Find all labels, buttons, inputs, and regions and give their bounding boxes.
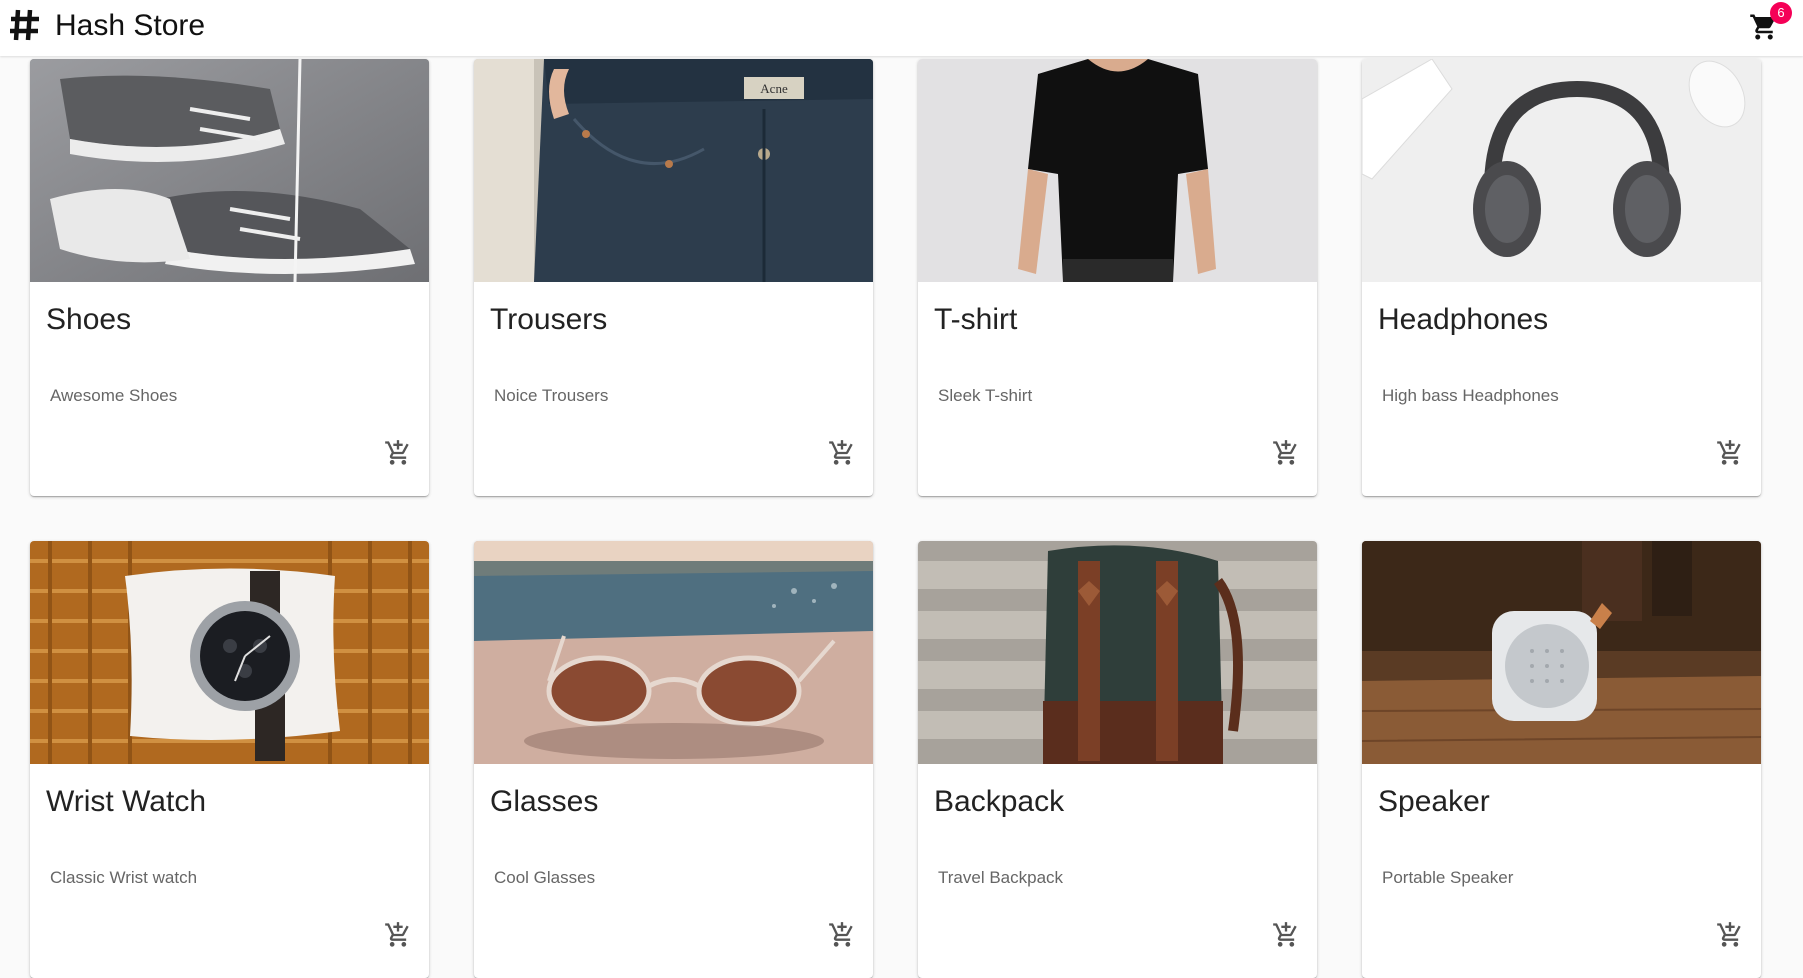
cart-count-badge: 6 (1770, 2, 1792, 24)
product-image-tshirt (918, 59, 1317, 282)
add-to-cart-button[interactable] (1709, 914, 1749, 954)
add-shopping-cart-icon (829, 922, 853, 947)
product-card-shoes[interactable]: Shoes Awesome Shoes (30, 59, 429, 496)
product-card-wrist-watch[interactable]: Wrist Watch Classic Wrist watch (30, 541, 429, 978)
product-description: Portable Speaker (1382, 868, 1514, 887)
product-title: T-shirt (934, 303, 1018, 336)
add-shopping-cart-icon (1273, 922, 1297, 947)
product-card-trousers[interactable]: Acne Trousers Noice Trousers (474, 59, 873, 496)
svg-text:Acne: Acne (760, 81, 788, 96)
cart-button[interactable]: 6 (1740, 2, 1792, 48)
product-title: Backpack (934, 785, 1065, 818)
product-description: High bass Headphones (1382, 386, 1559, 405)
product-description: Noice Trousers (494, 386, 609, 405)
product-description: Sleek T-shirt (938, 386, 1033, 405)
product-card-backpack[interactable]: Backpack Travel Backpack (918, 541, 1317, 978)
product-card-speaker[interactable]: Speaker Portable Speaker (1362, 541, 1761, 978)
add-shopping-cart-icon (1273, 440, 1297, 465)
product-description: Awesome Shoes (50, 386, 178, 405)
add-to-cart-button[interactable] (1265, 432, 1305, 472)
product-image-speaker (1362, 541, 1761, 764)
add-to-cart-button[interactable] (377, 914, 417, 954)
product-title: Headphones (1378, 303, 1549, 336)
product-description: Cool Glasses (494, 868, 596, 887)
add-shopping-cart-icon (1717, 440, 1741, 465)
add-to-cart-button[interactable] (377, 432, 417, 472)
product-card-glasses[interactable]: Glasses Cool Glasses (474, 541, 873, 978)
product-image-wrist-watch (30, 541, 429, 764)
product-title: Trousers (490, 303, 608, 336)
product-title: Shoes (46, 303, 132, 336)
product-image-backpack (918, 541, 1317, 764)
product-image-trousers: Acne (474, 59, 873, 282)
product-grid: Shoes Awesome Shoes Acne Trousers Noice … (30, 59, 1761, 978)
product-title: Glasses (490, 785, 599, 818)
add-shopping-cart-icon (385, 922, 409, 947)
product-title: Speaker (1378, 785, 1490, 818)
product-title: Wrist Watch (46, 785, 207, 818)
product-description: Classic Wrist watch (50, 868, 198, 887)
app-title: Hash Store (55, 9, 206, 42)
product-description: Travel Backpack (938, 868, 1064, 887)
product-card-tshirt[interactable]: T-shirt Sleek T-shirt (918, 59, 1317, 496)
add-to-cart-button[interactable] (1709, 432, 1749, 472)
add-to-cart-button[interactable] (821, 914, 861, 954)
product-image-shoes (30, 59, 429, 282)
add-to-cart-button[interactable] (1265, 914, 1305, 954)
product-card-headphones[interactable]: Headphones High bass Headphones (1362, 59, 1761, 496)
product-image-glasses (474, 541, 873, 764)
add-shopping-cart-icon (829, 440, 853, 465)
add-shopping-cart-icon (1717, 922, 1741, 947)
add-shopping-cart-icon (385, 440, 409, 465)
hash-icon (10, 9, 39, 41)
add-to-cart-button[interactable] (821, 432, 861, 472)
product-image-headphones (1362, 59, 1761, 282)
app-bar: Hash Store 6 (0, 0, 1803, 56)
